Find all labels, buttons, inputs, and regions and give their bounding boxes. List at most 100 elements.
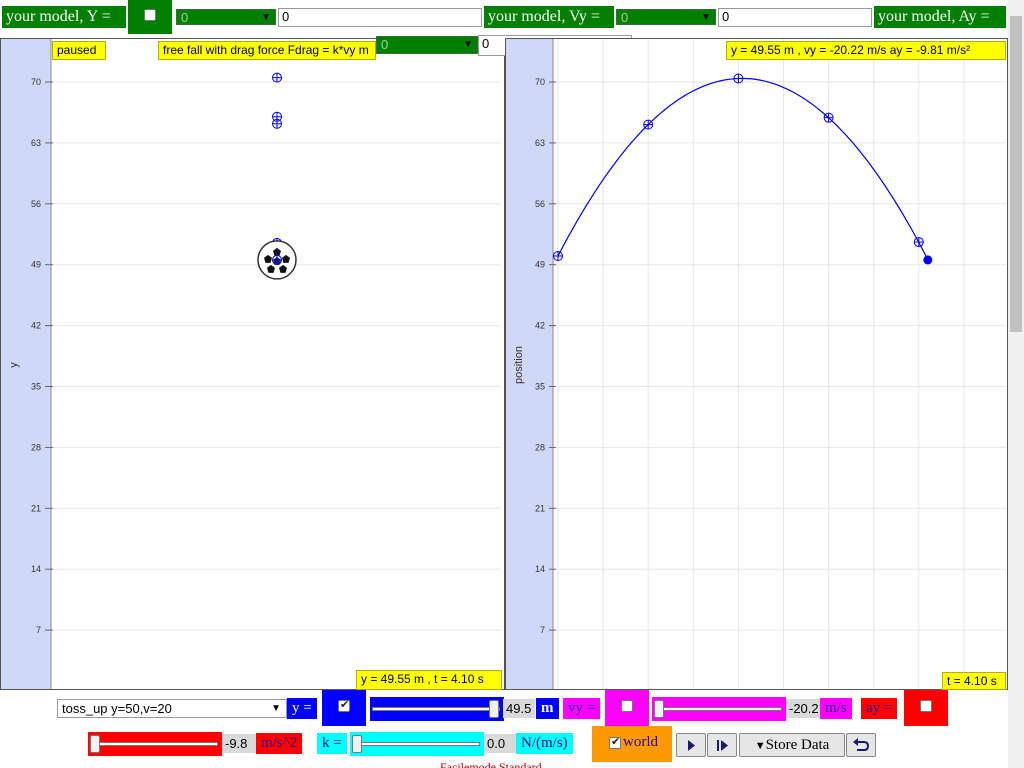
reset-icon xyxy=(853,738,870,751)
y-axis-label: y xyxy=(8,362,20,368)
dropdown-arrow-icon: ▼ xyxy=(463,39,473,50)
scenario-select[interactable]: toss_up y=50,v=20 ▼ xyxy=(57,699,287,718)
tick-label: 21 xyxy=(31,503,41,513)
k-value[interactable]: 0.0 xyxy=(484,734,516,753)
ay-slider-thumb[interactable] xyxy=(90,735,100,753)
ay-control-label: ay = xyxy=(861,698,898,719)
crosshair-marker-icon xyxy=(643,119,654,130)
ay-value[interactable]: -9.8 xyxy=(222,734,256,753)
tick-label: 42 xyxy=(31,321,41,331)
world-plot[interactable]: 70 63 56 49 42 35 28 21 14 7 y xyxy=(0,38,505,690)
ay-checkbox-box[interactable] xyxy=(904,690,948,726)
plot-title: free fall with drag force Fdrag = k*vy m xyxy=(158,41,376,60)
y-checkbox-box[interactable] xyxy=(322,690,366,726)
tick-label: 28 xyxy=(31,442,41,452)
scrollbar-thumb[interactable] xyxy=(1010,16,1022,332)
tick-label: 63 xyxy=(535,138,545,148)
tick-label: 7 xyxy=(36,625,41,635)
y-value[interactable]: 49.5 xyxy=(503,699,535,718)
model-vy-select[interactable]: 0 ▼ xyxy=(616,9,716,25)
crosshair-marker-icon xyxy=(272,72,282,83)
tick-label: 14 xyxy=(535,564,545,574)
tick-label: 21 xyxy=(535,503,545,513)
grid-lines xyxy=(557,39,965,689)
y-control-label: y = xyxy=(287,698,317,719)
model-ay-label: your model, Ay = xyxy=(874,6,1006,28)
trace-markers xyxy=(272,72,282,261)
vy-slider-thumb[interactable] xyxy=(654,700,664,718)
model-vy-label: your model, Vy = xyxy=(484,6,614,28)
checkbox-icon[interactable] xyxy=(621,700,633,712)
ay-unit: m/s^2 xyxy=(256,733,303,754)
play-icon xyxy=(688,740,695,751)
y-slider-track xyxy=(372,707,500,711)
model-ay-select[interactable]: 0 ▼ xyxy=(376,36,478,54)
tick-label: 56 xyxy=(31,199,41,209)
crosshair-marker-icon xyxy=(272,254,282,265)
scenario-select-value: toss_up y=50,v=20 xyxy=(62,701,172,716)
y-unit: m xyxy=(536,698,559,719)
position-plot[interactable]: 7 14 21 28 35 42 49 56 63 70 position xyxy=(505,38,1008,690)
page-scrollbar[interactable] xyxy=(1008,0,1024,768)
vy-slider-track xyxy=(654,707,782,711)
crosshair-marker-icon xyxy=(553,251,563,261)
step-button[interactable] xyxy=(707,733,737,757)
current-point xyxy=(923,255,933,265)
y-axis-ticks: 7 14 21 28 35 42 49 56 63 70 xyxy=(535,77,1006,635)
soccer-ball-icon[interactable] xyxy=(257,240,297,280)
vy-unit: m/s xyxy=(820,698,852,719)
world-label: world xyxy=(623,734,658,750)
reset-button[interactable] xyxy=(846,733,876,757)
store-data-label: Store Data xyxy=(765,737,830,753)
vy-control-label: vy = xyxy=(563,698,601,719)
vy-slider[interactable] xyxy=(652,697,786,721)
y-axis-ticks: 70 63 56 49 42 35 28 21 14 7 xyxy=(31,77,501,635)
checkbox-icon[interactable] xyxy=(920,700,932,712)
crosshair-marker-icon xyxy=(272,118,282,129)
vy-value[interactable]: -20.2 xyxy=(786,699,820,718)
step-icon xyxy=(717,740,728,751)
dropdown-arrow-icon: ▼ xyxy=(261,12,271,23)
footer-text: Facilemode Standard xyxy=(440,761,542,768)
status-label: paused xyxy=(52,41,106,60)
tick-label: 49 xyxy=(31,260,41,270)
tick-label: 35 xyxy=(535,382,545,392)
tick-label: 28 xyxy=(535,442,545,452)
vy-checkbox-box[interactable] xyxy=(605,690,649,726)
crosshair-marker-icon xyxy=(733,73,744,84)
tick-label: 63 xyxy=(31,138,41,148)
tick-label: 42 xyxy=(535,321,545,331)
position-series-line xyxy=(557,77,929,260)
checkbox-icon[interactable] xyxy=(338,698,350,712)
crosshair-marker-icon xyxy=(913,237,924,248)
play-button[interactable] xyxy=(676,733,706,757)
model-y-label: your model, Y = xyxy=(2,6,126,28)
dropdown-triangle-icon: ▼ xyxy=(754,740,766,752)
tick-label: 14 xyxy=(31,564,41,574)
k-control-label: k = xyxy=(317,733,347,754)
world-readout: y = 49.55 m , t = 4.10 s xyxy=(356,670,502,690)
tick-label: 56 xyxy=(535,199,545,209)
store-data-button[interactable]: ▼Store Data xyxy=(739,733,845,757)
y-slider[interactable] xyxy=(370,697,504,721)
tick-label: 35 xyxy=(31,382,41,392)
k-slider-thumb[interactable] xyxy=(352,735,362,753)
time-readout: t = 4.10 s xyxy=(942,672,1006,690)
checkbox-icon[interactable] xyxy=(609,735,621,749)
model-ay-select-value: 0 xyxy=(381,37,389,52)
tick-label: 70 xyxy=(535,77,545,87)
k-slider[interactable] xyxy=(350,732,484,756)
model-vy-input[interactable]: 0 xyxy=(718,8,872,27)
y-axis-label: position xyxy=(513,346,525,384)
y-slider-thumb[interactable] xyxy=(488,700,499,718)
world-toggle[interactable]: world xyxy=(592,726,672,762)
checkbox-icon[interactable] xyxy=(144,9,156,21)
ay-slider[interactable] xyxy=(88,732,222,756)
tick-label: 70 xyxy=(31,77,41,87)
model-y-checkbox-box[interactable] xyxy=(128,0,172,34)
model-y-select[interactable]: 0 ▼ xyxy=(176,9,276,25)
tick-label: 49 xyxy=(535,260,545,270)
tick-label: 7 xyxy=(540,625,545,635)
dropdown-arrow-icon: ▼ xyxy=(701,12,711,23)
model-y-input[interactable]: 0 xyxy=(278,8,482,27)
